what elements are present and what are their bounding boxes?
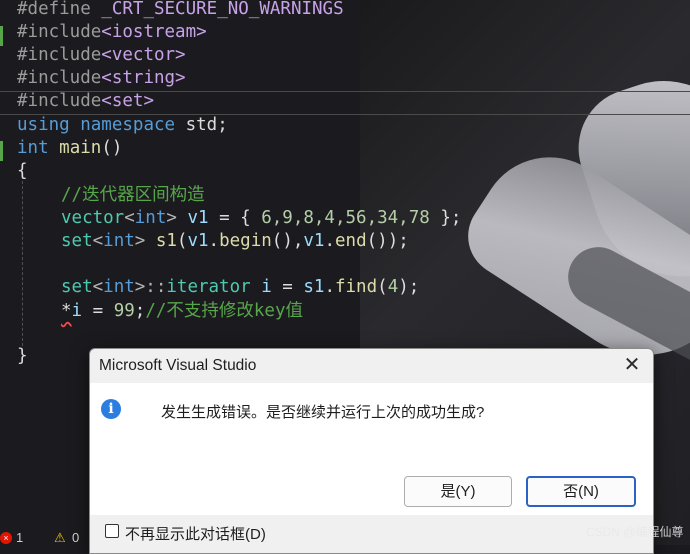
watermark-text: CSDN @编程仙尊 xyxy=(586,525,684,539)
keyword: namespace xyxy=(80,115,176,135)
punct: < xyxy=(124,208,135,228)
dont-show-label[interactable]: 不再显示此对话框(D) xyxy=(125,523,266,544)
brace: } xyxy=(17,346,28,366)
directive: #include xyxy=(17,68,102,88)
keyword: int xyxy=(103,231,135,251)
code-text: ()); xyxy=(366,231,409,251)
code-text: . xyxy=(208,231,220,251)
change-margin-mark xyxy=(0,26,3,46)
keyword: int xyxy=(17,138,49,158)
change-margin-mark xyxy=(0,141,3,161)
function-name: begin xyxy=(219,231,272,251)
keyword: int xyxy=(103,277,135,297)
punct: > xyxy=(166,208,177,228)
brace: { xyxy=(17,161,28,181)
error-squiggle[interactable]: * xyxy=(61,301,72,321)
error-count[interactable]: 1 xyxy=(16,530,23,545)
status-indicators: × 1 ⚠ 0 xyxy=(0,530,90,545)
punct: >:: xyxy=(134,277,167,297)
code-line-10[interactable]: vector<int> v1 = { 6,9,8,4,56,34,78 }; xyxy=(61,207,461,230)
code-text: . xyxy=(324,231,336,251)
type-name: set xyxy=(61,231,93,251)
keyword: int xyxy=(134,208,167,228)
dialog-body: i 发生生成错误。是否继续并运行上次的成功生成? 是(Y) 否(N) 不再显示此… xyxy=(90,383,653,553)
function-name: find xyxy=(334,277,378,297)
code-text: () xyxy=(101,138,123,158)
punct: < xyxy=(92,277,104,297)
code-text: std; xyxy=(175,115,228,135)
variable: v1 xyxy=(176,208,209,228)
confirm-dialog: Microsoft Visual Studio ✕ i 发生生成错误。是否继续并… xyxy=(89,348,654,554)
code-line-3[interactable]: #include<vector> xyxy=(17,44,186,67)
indent-guide xyxy=(22,176,23,346)
code-text: ; xyxy=(134,301,146,321)
variable: v1 xyxy=(303,231,325,251)
header-name: <iostream> xyxy=(101,22,207,42)
function-name: s1 xyxy=(145,231,177,251)
code-text: ( xyxy=(377,277,388,297)
code-line-13[interactable]: *i = 99;//不支持修改key值 xyxy=(61,300,303,323)
type-name: vector xyxy=(61,208,125,228)
error-icon[interactable]: × xyxy=(0,532,12,544)
code-text: = xyxy=(271,277,304,297)
code-text: (), xyxy=(271,231,304,251)
dialog-title: Microsoft Visual Studio xyxy=(99,357,257,374)
variable: i xyxy=(250,277,272,297)
code-line-9[interactable]: //迭代器区间构造 xyxy=(61,184,205,207)
code-line-7[interactable]: int main() xyxy=(17,137,122,160)
code-text: = xyxy=(82,301,114,321)
directive: #include xyxy=(17,45,102,65)
code-text: }; xyxy=(429,208,462,228)
type-name: iterator xyxy=(166,277,251,297)
dialog-footer: 不再显示此对话框(D) xyxy=(90,515,653,553)
number-list: 6,9,8,4,56,34,78 xyxy=(261,208,430,228)
header-name: <set> xyxy=(101,91,154,111)
header-name: <vector> xyxy=(101,45,186,65)
directive: #include xyxy=(17,22,102,42)
code-text: . xyxy=(324,277,335,297)
header-name: <string> xyxy=(101,68,186,88)
code-line-6[interactable]: using namespace std; xyxy=(17,114,228,137)
macro-name: _CRT_SECURE_NO_WARNINGS xyxy=(90,0,344,19)
code-editor[interactable]: #define _CRT_SECURE_NO_WARNINGS #include… xyxy=(0,0,690,366)
code-line-12[interactable]: set<int>::iterator i = s1.find(4); xyxy=(61,276,419,299)
comment: //迭代器区间构造 xyxy=(61,185,205,205)
code-text: = { xyxy=(208,208,262,228)
code-line-14[interactable]: } xyxy=(17,345,28,368)
no-button[interactable]: 否(N) xyxy=(526,476,636,507)
variable: v1 xyxy=(187,231,209,251)
code-line-2[interactable]: #include<iostream> xyxy=(17,21,207,44)
yes-button[interactable]: 是(Y) xyxy=(404,476,512,507)
code-line-4[interactable]: #include<string> xyxy=(17,67,186,90)
function-name: main xyxy=(59,138,102,158)
punct: > xyxy=(134,231,146,251)
directive: #define xyxy=(17,0,91,19)
code-line-1[interactable]: #define _CRT_SECURE_NO_WARNINGS xyxy=(17,0,344,21)
keyword: using xyxy=(17,115,70,135)
dialog-message: 发生生成错误。是否继续并运行上次的成功生成? xyxy=(161,404,485,421)
warning-count[interactable]: 0 xyxy=(72,530,79,545)
punct: < xyxy=(92,231,104,251)
directive: #include xyxy=(17,91,102,111)
number: 4 xyxy=(387,277,399,297)
comment: //不支持修改key值 xyxy=(145,301,304,321)
function-name: end xyxy=(335,231,367,251)
type-name: set xyxy=(61,277,93,297)
code-text: ( xyxy=(176,231,188,251)
code-text: ); xyxy=(398,277,420,297)
close-icon[interactable]: ✕ xyxy=(621,354,643,376)
number: 99 xyxy=(113,301,135,321)
dont-show-checkbox[interactable] xyxy=(105,524,119,538)
variable: s1 xyxy=(303,277,325,297)
info-icon: i xyxy=(101,399,121,419)
warning-icon[interactable]: ⚠ xyxy=(54,530,66,546)
code-line-5[interactable]: #include<set> xyxy=(17,90,154,113)
variable: i xyxy=(71,301,83,321)
code-line-8[interactable]: { xyxy=(17,160,28,183)
code-line-11[interactable]: set<int> s1(v1.begin(),v1.end()); xyxy=(61,230,409,253)
